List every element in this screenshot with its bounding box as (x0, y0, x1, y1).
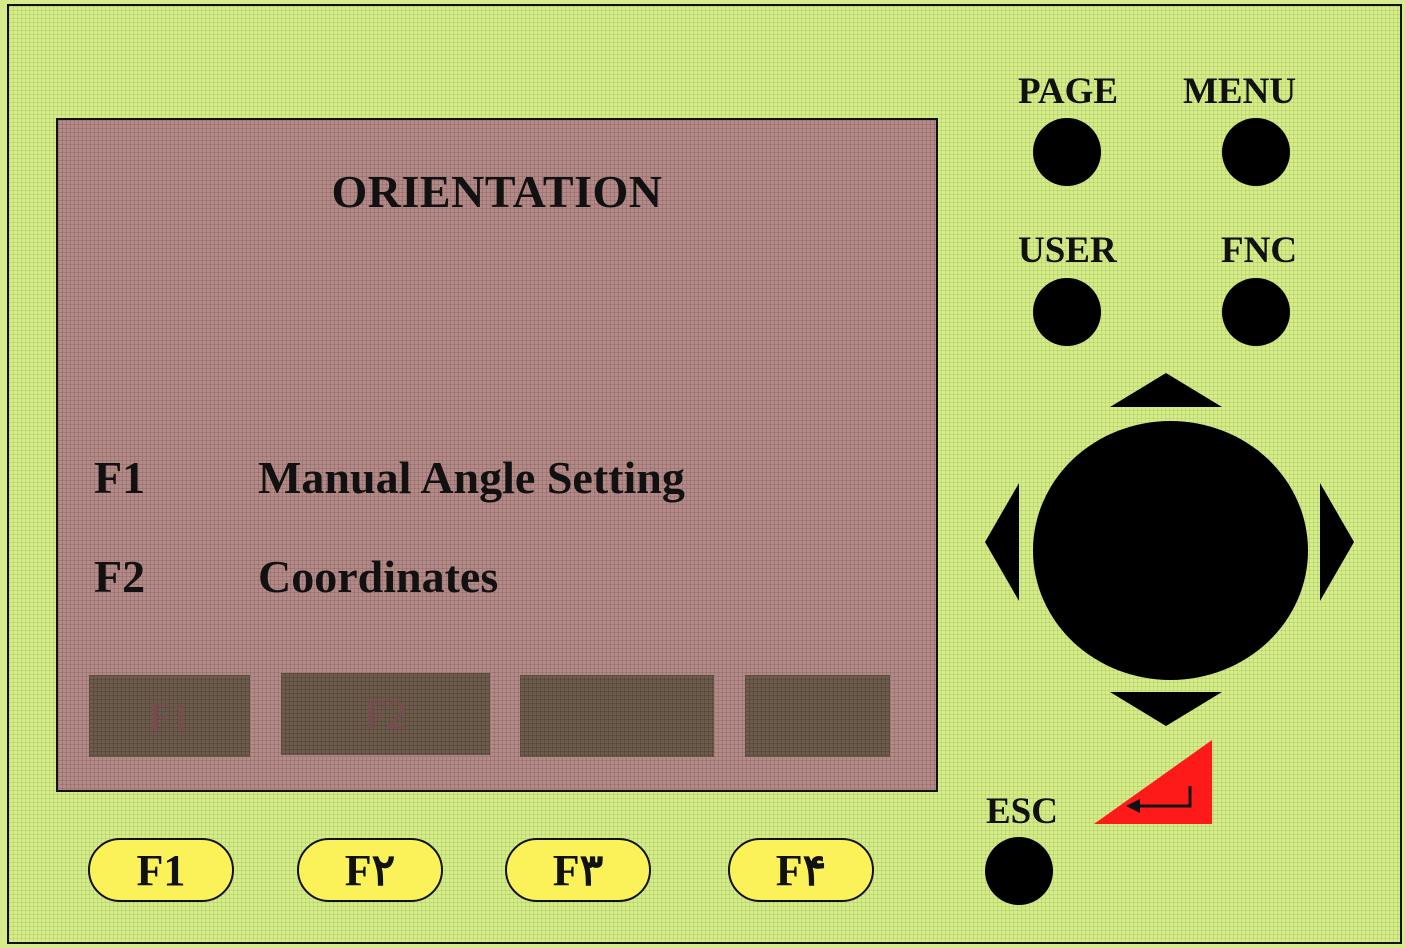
left-arrow-icon[interactable] (985, 483, 1019, 601)
function-key-f1[interactable]: F1 (88, 838, 234, 902)
enter-return-icon[interactable] (1094, 740, 1214, 826)
page-key-label: PAGE (1018, 71, 1119, 112)
menu-item-manual-angle-setting[interactable]: Manual Angle Setting (258, 451, 685, 504)
user-key-label: USER (1018, 230, 1117, 271)
down-arrow-icon[interactable] (1110, 692, 1222, 726)
esc-button[interactable] (985, 837, 1053, 905)
menu-button[interactable] (1222, 118, 1290, 186)
fnc-button[interactable] (1222, 278, 1290, 346)
function-key-f2[interactable]: F۲ (297, 838, 443, 902)
menu-item-f1-key[interactable]: F1 (94, 451, 145, 504)
function-key-f3[interactable]: F۳ (505, 838, 651, 902)
screen-title: ORIENTATION (331, 166, 663, 217)
navigation-pad[interactable] (1033, 421, 1308, 680)
menu-key-label: MENU (1183, 71, 1297, 112)
menu-item-coordinates[interactable]: Coordinates (258, 550, 498, 603)
esc-key-label: ESC (986, 791, 1058, 832)
fnc-key-label: FNC (1221, 230, 1298, 271)
user-button[interactable] (1033, 278, 1101, 346)
lcd-screen: ORIENTATION F1 Manual Angle Setting F2 C… (56, 118, 938, 792)
function-key-f4[interactable]: F۴ (728, 838, 874, 902)
up-arrow-icon[interactable] (1110, 373, 1222, 407)
softkey-3[interactable] (520, 675, 714, 757)
right-arrow-icon[interactable] (1320, 483, 1354, 601)
page-button[interactable] (1033, 118, 1101, 186)
menu-item-f2-key[interactable]: F2 (94, 550, 145, 603)
softkey-1[interactable]: F1 (89, 675, 250, 757)
softkey-2[interactable]: F2 (281, 673, 490, 755)
softkey-4[interactable] (745, 675, 890, 757)
